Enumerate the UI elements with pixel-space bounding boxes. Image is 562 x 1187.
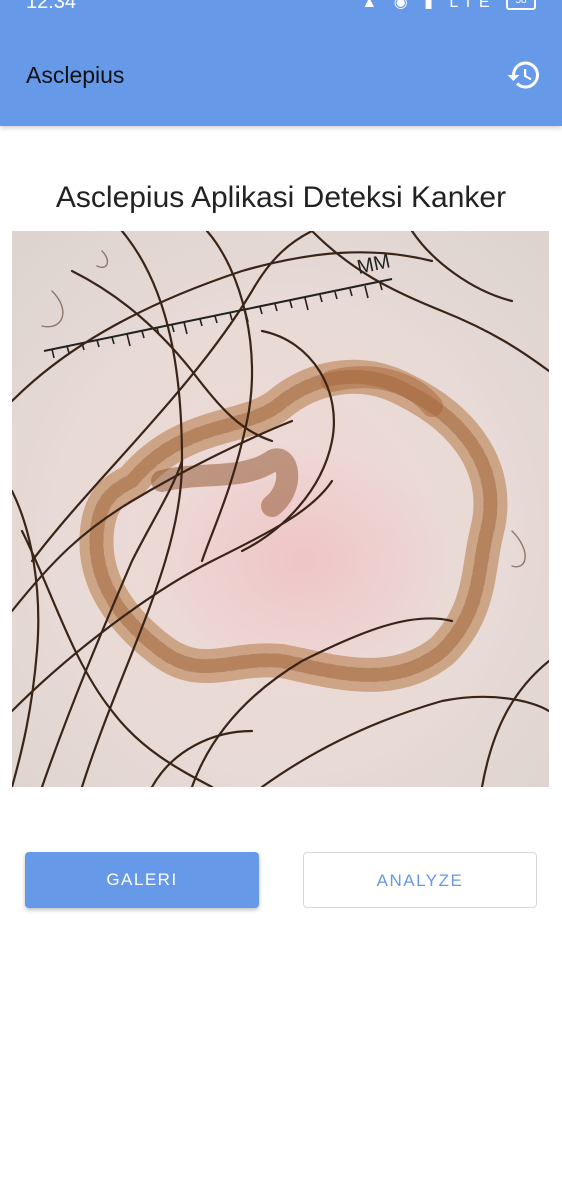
app-bar: 12:34 ▲ ◉ ▮ LTE 58 Asclepius bbox=[0, 0, 562, 126]
history-icon bbox=[507, 61, 539, 89]
status-bar: 12:34 ▲ ◉ ▮ LTE 58 bbox=[0, 0, 562, 14]
network-type: LTE bbox=[449, 0, 496, 11]
status-icons: ▲ ◉ ▮ LTE 58 bbox=[361, 0, 536, 12]
galeri-button[interactable]: GALERI bbox=[25, 852, 259, 908]
history-button[interactable] bbox=[506, 57, 542, 93]
dermoscopy-image: MM bbox=[12, 231, 549, 787]
wifi-icon: ◉ bbox=[393, 0, 414, 11]
app-title: Asclepius bbox=[26, 62, 125, 88]
page-title: Asclepius Aplikasi Deteksi Kanker bbox=[55, 181, 507, 214]
battery-icon: 58 bbox=[506, 0, 536, 10]
signal-icon: ▮ bbox=[424, 0, 439, 11]
status-time: 12:34 bbox=[26, 0, 77, 13]
lesion-image: MM bbox=[12, 231, 549, 787]
analyze-button[interactable]: ANALYZE bbox=[303, 852, 537, 908]
notification-icon: ▲ bbox=[361, 0, 384, 11]
